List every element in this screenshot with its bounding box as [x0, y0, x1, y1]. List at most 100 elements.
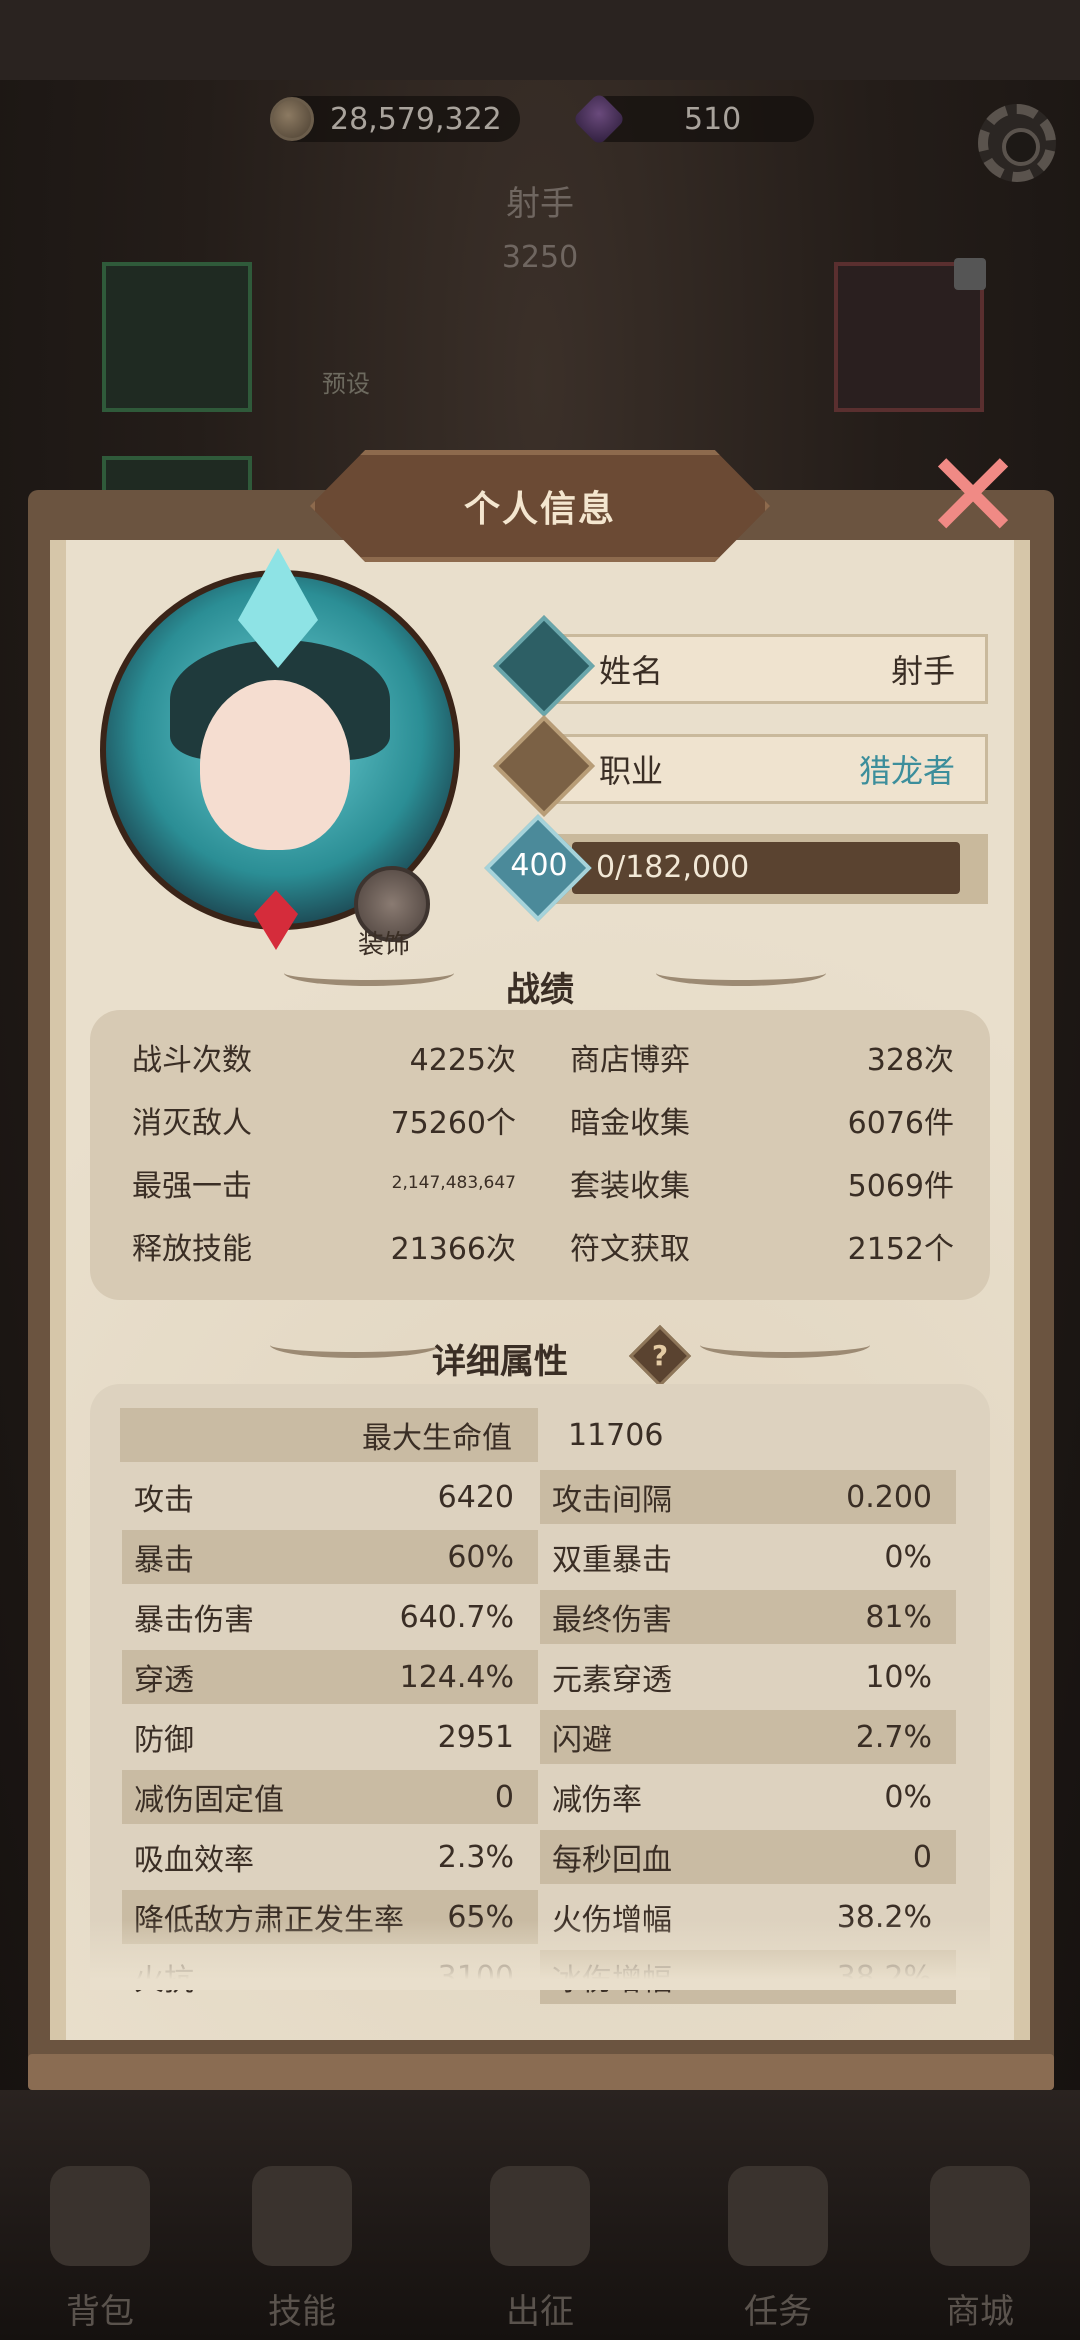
- nav-skill[interactable]: 技能: [212, 2166, 392, 2332]
- attribute-label: 攻击间隔: [552, 1483, 672, 1518]
- max-hp-label: 最大生命值: [362, 1421, 512, 1456]
- max-hp-value: 11706: [568, 1417, 664, 1453]
- nav-shop-label: 商城: [946, 2292, 1014, 2332]
- nav-bag[interactable]: 背包: [10, 2166, 190, 2332]
- attribute-value: 2.3%: [437, 1839, 514, 1875]
- status-strip: [0, 0, 1080, 80]
- stat-record: 战斗次数 4225次: [132, 1032, 516, 1082]
- gem-amount: 510: [684, 101, 742, 137]
- attribute-row: 暴击伤害 640.7%: [122, 1590, 538, 1644]
- max-hp-label-cell: 最大生命值: [120, 1408, 538, 1462]
- shop-icon: [930, 2166, 1030, 2266]
- stat-record: 消灭敌人 75260个: [132, 1095, 516, 1145]
- attribute-value: 0%: [884, 1539, 932, 1575]
- attribute-label: 闪避: [552, 1723, 612, 1758]
- xp-text: 0/182,000: [596, 850, 750, 885]
- attribute-label: 穿透: [134, 1663, 194, 1698]
- preset-label[interactable]: 预设: [322, 364, 370, 399]
- attribute-row: 穿透 124.4%: [122, 1650, 538, 1704]
- class-value: 猎龙者: [858, 752, 955, 790]
- stat-label: 释放技能: [132, 1232, 252, 1267]
- nav-task[interactable]: 任务: [688, 2166, 868, 2332]
- attribute-value: 10%: [865, 1659, 932, 1695]
- stat-record: 套装收集 5069件: [570, 1158, 954, 1208]
- stat-record: 商店博弈 328次: [570, 1032, 954, 1082]
- attribute-row: 闪避 2.7%: [540, 1710, 956, 1764]
- attribute-row: 最终伤害 81%: [540, 1590, 956, 1644]
- stats-title: 战绩: [506, 970, 574, 1010]
- gold-amount: 28,579,322: [330, 101, 502, 137]
- attribute-value: 124.4%: [399, 1659, 514, 1695]
- nav-shop[interactable]: 商城: [890, 2166, 1070, 2332]
- attribute-value: 2.7%: [855, 1719, 932, 1755]
- attribute-label: 暴击伤害: [134, 1603, 254, 1638]
- stat-value: 4225次: [409, 1043, 516, 1078]
- attribute-row: 减伤固定值 0: [122, 1770, 538, 1824]
- stat-value: 75260个: [390, 1106, 516, 1141]
- attribute-row: 暴击 60%: [122, 1530, 538, 1584]
- info-name-row: 姓名 射手: [556, 634, 988, 704]
- help-symbol: ?: [651, 1339, 669, 1372]
- task-icon: [728, 2166, 828, 2266]
- attribute-row: 每秒回血 0: [540, 1830, 956, 1884]
- attribute-label: 防御: [134, 1723, 194, 1758]
- gem-counter[interactable]: 510: [572, 92, 814, 146]
- stat-label: 套装收集: [570, 1169, 690, 1204]
- stat-value: 6076件: [847, 1106, 954, 1141]
- nav-expedition[interactable]: 出征: [450, 2166, 630, 2332]
- stat-record: 暗金收集 6076件: [570, 1095, 954, 1145]
- attribute-value: 0: [494, 1779, 514, 1815]
- nav-skill-label: 技能: [268, 2292, 336, 2332]
- name-value: 射手: [890, 652, 955, 690]
- attribute-row: 元素穿透 10%: [540, 1650, 956, 1704]
- stat-value: 21366次: [390, 1232, 516, 1267]
- stat-record: 释放技能 21366次: [132, 1221, 516, 1271]
- attribute-row: 减伤率 0%: [540, 1770, 956, 1824]
- attributes-scroll-fade: [90, 1920, 990, 1990]
- lock-icon: [954, 258, 986, 290]
- level-number: 400: [510, 848, 568, 883]
- skill-book-icon: [252, 2166, 352, 2266]
- attribute-value: 0%: [884, 1779, 932, 1815]
- stat-label: 符文获取: [570, 1232, 690, 1267]
- stat-label: 暗金收集: [570, 1106, 690, 1141]
- gold-coin-icon: [270, 97, 314, 141]
- attribute-label: 减伤固定值: [134, 1783, 284, 1818]
- stat-value: 5069件: [847, 1169, 954, 1204]
- nav-task-label: 任务: [744, 2292, 812, 2332]
- sword-icon: [490, 2166, 590, 2266]
- settings-gear-icon[interactable]: [978, 104, 1056, 182]
- stat-value: 2152个: [847, 1232, 954, 1267]
- gold-counter[interactable]: 28,579,322: [270, 96, 520, 142]
- attribute-value: 640.7%: [399, 1599, 514, 1635]
- stat-record: 最强一击 2,147,483,647: [132, 1158, 516, 1208]
- attribute-label: 最终伤害: [552, 1603, 672, 1638]
- attribute-value: 81%: [865, 1599, 932, 1635]
- equipment-slot-left[interactable]: [102, 262, 252, 412]
- attribute-label: 减伤率: [552, 1783, 642, 1818]
- portrait-face: [200, 680, 350, 850]
- attribute-label: 暴击: [134, 1543, 194, 1578]
- panel-title: 个人信息: [463, 489, 616, 530]
- nav-bag-label: 背包: [66, 2292, 134, 2332]
- close-icon[interactable]: ✕: [918, 437, 1028, 557]
- attribute-value: 60%: [447, 1539, 514, 1575]
- attribute-row: 攻击 6420: [122, 1470, 538, 1524]
- attribute-value: 0.200: [846, 1479, 932, 1515]
- stat-label: 商店博弈: [570, 1043, 690, 1078]
- attribute-row: 攻击间隔 0.200: [540, 1470, 956, 1524]
- panel-bottom-edge: [28, 2054, 1054, 2090]
- stat-record: 符文获取 2152个: [570, 1221, 954, 1271]
- nav-expedition-label: 出征: [506, 2292, 574, 2332]
- stat-value: 2,147,483,647: [391, 1173, 516, 1193]
- class-label: 职业: [599, 752, 664, 790]
- stat-label: 战斗次数: [132, 1043, 252, 1078]
- info-class-row: 职业 猎龙者: [556, 734, 988, 804]
- attribute-value: 6420: [437, 1479, 514, 1515]
- stat-label: 最强一击: [132, 1169, 252, 1204]
- attribute-label: 元素穿透: [552, 1663, 672, 1698]
- attribute-value: 0: [912, 1839, 932, 1875]
- attribute-row: 双重暴击 0%: [540, 1530, 956, 1584]
- attribute-label: 吸血效率: [134, 1843, 254, 1878]
- bag-icon: [50, 2166, 150, 2266]
